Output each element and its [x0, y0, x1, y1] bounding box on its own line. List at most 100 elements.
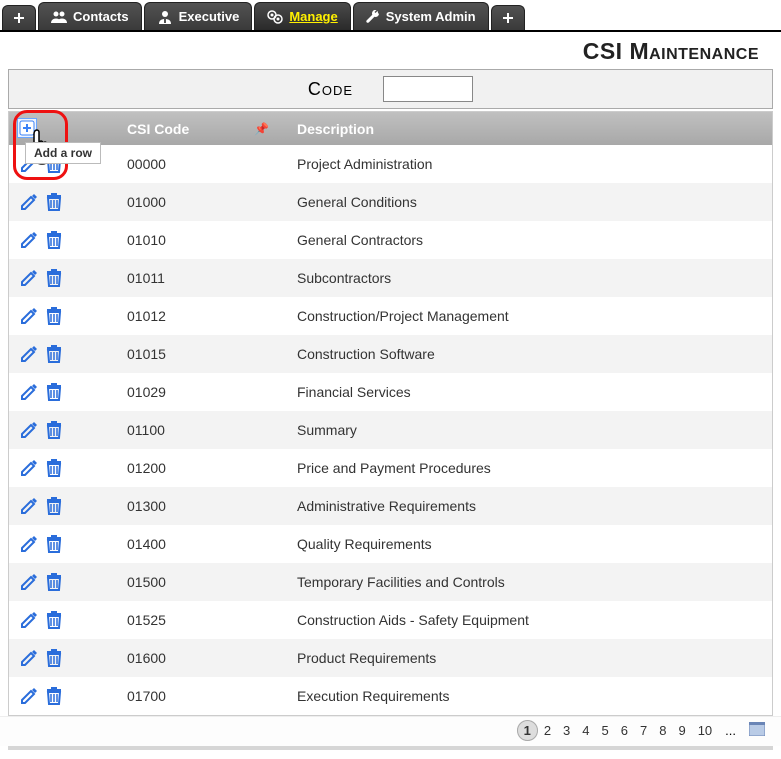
- pagination-view-icon[interactable]: [749, 722, 765, 739]
- cell-description: Construction Software: [289, 335, 772, 373]
- cell-csi-code: 01029: [119, 373, 289, 411]
- plus-icon: [13, 12, 25, 24]
- edit-button[interactable]: [19, 686, 39, 706]
- delete-button[interactable]: [45, 420, 63, 440]
- col-header-code[interactable]: CSI Code 📌: [119, 112, 289, 145]
- delete-button[interactable]: [45, 496, 63, 516]
- delete-button[interactable]: [45, 572, 63, 592]
- cell-csi-code: 01300: [119, 487, 289, 525]
- page-number[interactable]: 4: [576, 721, 595, 740]
- delete-button[interactable]: [45, 230, 63, 250]
- search-label: Code: [308, 79, 353, 100]
- cell-csi-code: 01400: [119, 525, 289, 563]
- table-row: 01012 Construction/Project Management: [9, 297, 772, 335]
- cell-description: Project Administration: [289, 145, 772, 183]
- page-number[interactable]: 2: [538, 721, 557, 740]
- cell-csi-code: 01012: [119, 297, 289, 335]
- edit-button[interactable]: [19, 230, 39, 250]
- delete-button[interactable]: [45, 686, 63, 706]
- page-number[interactable]: 6: [615, 721, 634, 740]
- cell-description: Price and Payment Procedures: [289, 449, 772, 487]
- cell-description: Summary: [289, 411, 772, 449]
- tab-contacts[interactable]: Contacts: [38, 2, 142, 30]
- tab-system-admin[interactable]: System Admin: [353, 2, 489, 30]
- page-number[interactable]: 1: [517, 720, 538, 741]
- cell-description: General Conditions: [289, 183, 772, 221]
- table-row: 01011 Subcontractors: [9, 259, 772, 297]
- wrench-icon: [366, 10, 380, 24]
- cell-description: Financial Services: [289, 373, 772, 411]
- cell-csi-code: 01200: [119, 449, 289, 487]
- edit-button[interactable]: [19, 534, 39, 554]
- pin-icon: 📌: [254, 122, 269, 136]
- delete-button[interactable]: [45, 268, 63, 288]
- delete-button[interactable]: [45, 382, 63, 402]
- add-row-header: Add a row: [9, 112, 119, 145]
- cell-csi-code: 01100: [119, 411, 289, 449]
- edit-button[interactable]: [19, 572, 39, 592]
- table-row: 01400 Quality Requirements: [9, 525, 772, 563]
- table-header-row: Add a row CSI Code 📌 Description: [9, 112, 772, 145]
- cell-description: Construction/Project Management: [289, 297, 772, 335]
- cell-csi-code: 01600: [119, 639, 289, 677]
- delete-button[interactable]: [45, 192, 63, 212]
- csi-table: Add a row CSI Code 📌 Description 00000 P…: [8, 111, 773, 716]
- cell-csi-code: 01010: [119, 221, 289, 259]
- delete-button[interactable]: [45, 648, 63, 668]
- edit-button[interactable]: [19, 648, 39, 668]
- cell-description: Product Requirements: [289, 639, 772, 677]
- cell-csi-code: 01700: [119, 677, 289, 715]
- executive-icon: [157, 10, 173, 24]
- table-row: 01015 Construction Software: [9, 335, 772, 373]
- delete-button[interactable]: [45, 306, 63, 326]
- table-row: 01700 Execution Requirements: [9, 677, 772, 715]
- page-number[interactable]: 9: [672, 721, 691, 740]
- tab-label: Manage: [289, 9, 337, 24]
- cell-csi-code: 01000: [119, 183, 289, 221]
- page-number[interactable]: 10: [692, 721, 718, 740]
- tab-new-right[interactable]: [491, 5, 525, 30]
- edit-button[interactable]: [19, 458, 39, 478]
- delete-button[interactable]: [45, 344, 63, 364]
- cell-description: Subcontractors: [289, 259, 772, 297]
- tab-label: Contacts: [73, 9, 129, 24]
- edit-button[interactable]: [19, 420, 39, 440]
- contacts-icon: [51, 10, 67, 24]
- cell-csi-code: 01015: [119, 335, 289, 373]
- bottom-rule: [8, 746, 773, 750]
- table-row: 01200 Price and Payment Procedures: [9, 449, 772, 487]
- col-header-description[interactable]: Description: [289, 112, 772, 145]
- page-number[interactable]: 8: [653, 721, 672, 740]
- delete-button[interactable]: [45, 534, 63, 554]
- table-row: 01600 Product Requirements: [9, 639, 772, 677]
- edit-button[interactable]: [19, 496, 39, 516]
- table-row: 01500 Temporary Facilities and Controls: [9, 563, 772, 601]
- code-search-input[interactable]: [383, 76, 473, 102]
- edit-button[interactable]: [19, 344, 39, 364]
- plus-icon: [502, 12, 514, 24]
- edit-button[interactable]: [19, 192, 39, 212]
- tab-new-left[interactable]: [2, 5, 36, 30]
- delete-button[interactable]: [45, 458, 63, 478]
- tab-manage[interactable]: Manage: [254, 2, 350, 30]
- page-number[interactable]: 3: [557, 721, 576, 740]
- add-row-button[interactable]: [17, 118, 37, 138]
- tab-label: Executive: [179, 9, 240, 24]
- page-number[interactable]: 5: [596, 721, 615, 740]
- tab-executive[interactable]: Executive: [144, 2, 253, 30]
- page-number[interactable]: 7: [634, 721, 653, 740]
- table-row: 01100 Summary: [9, 411, 772, 449]
- cell-csi-code: 00000: [119, 145, 289, 183]
- edit-button[interactable]: [19, 268, 39, 288]
- cell-description: Construction Aids - Safety Equipment: [289, 601, 772, 639]
- edit-button[interactable]: [19, 382, 39, 402]
- table-row: 01029 Financial Services: [9, 373, 772, 411]
- pagination-ellipsis[interactable]: ...: [721, 721, 740, 740]
- search-bar: Code: [8, 69, 773, 109]
- page-title: CSI Maintenance: [0, 32, 781, 69]
- edit-button[interactable]: [19, 306, 39, 326]
- tab-label: System Admin: [386, 9, 476, 24]
- table-row: 01300 Administrative Requirements: [9, 487, 772, 525]
- delete-button[interactable]: [45, 610, 63, 630]
- edit-button[interactable]: [19, 610, 39, 630]
